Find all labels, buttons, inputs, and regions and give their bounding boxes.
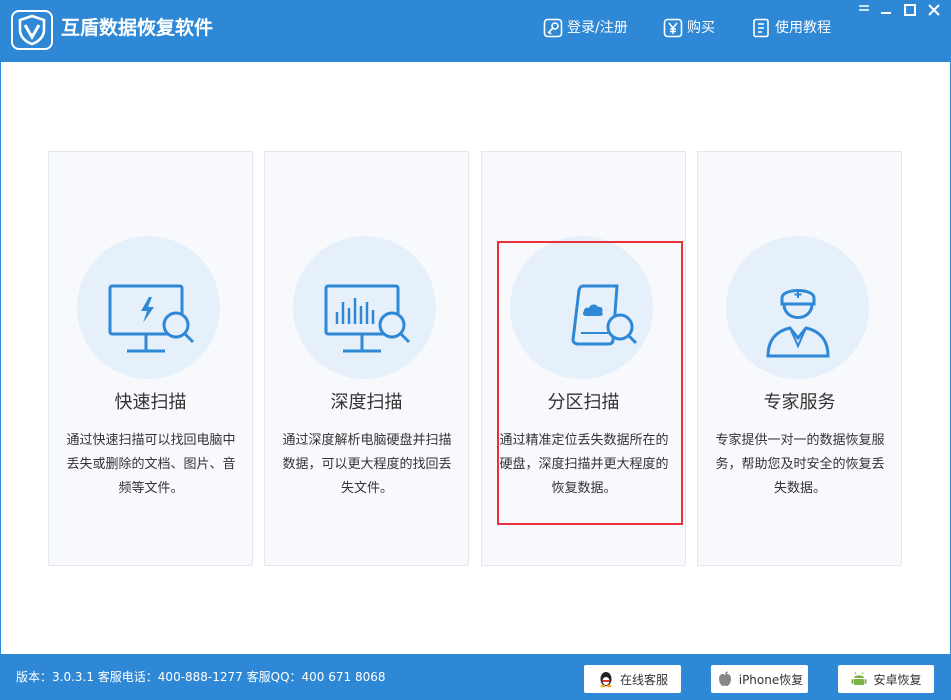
qq-penguin-icon	[597, 670, 615, 688]
card-title: 分区扫描	[482, 390, 685, 416]
key-icon	[543, 17, 563, 39]
online-service-button[interactable]: 在线客服	[584, 665, 681, 693]
close-button[interactable]	[922, 0, 946, 20]
android-icon	[850, 670, 868, 688]
card-title: 深度扫描	[265, 390, 468, 416]
android-recovery-label: 安卓恢复	[873, 671, 921, 688]
deep-scan-card[interactable]: 深度扫描 通过深度解析电脑硬盘并扫描数据，可以更大程度的找回丢失文件。	[264, 151, 469, 566]
monitor-lightning-search-icon	[77, 236, 220, 379]
disk-cloud-search-icon	[510, 236, 653, 379]
iphone-recovery-button[interactable]: iPhone恢复	[711, 665, 808, 693]
card-title: 快速扫描	[49, 390, 252, 416]
login-register-label: 登录/注册	[567, 17, 628, 39]
apple-icon	[716, 670, 734, 688]
footer-bar: 版本：3.0.3.1 客服电话：400-888-1277 客服QQ：400 67…	[0, 654, 951, 700]
icon-circle	[726, 236, 869, 379]
menu-caret-icon	[857, 3, 871, 17]
card-description: 通过精准定位丢失数据所在的硬盘，深度扫描并更大程度的恢复数据。	[496, 429, 672, 501]
partition-scan-card[interactable]: 分区扫描 通过精准定位丢失数据所在的硬盘，深度扫描并更大程度的恢复数据。	[481, 151, 686, 566]
maximize-icon	[903, 3, 917, 17]
menu-button[interactable]	[852, 0, 876, 20]
icon-circle	[77, 236, 220, 379]
yen-icon	[663, 17, 683, 39]
tutorial-button[interactable]: 使用教程	[751, 16, 831, 40]
doctor-icon	[726, 236, 869, 379]
expert-service-card[interactable]: 专家服务 专家提供一对一的数据恢复服务，帮助您及时安全的恢复丢失数据。	[697, 151, 902, 566]
card-description: 专家提供一对一的数据恢复服务，帮助您及时安全的恢复丢失数据。	[712, 429, 888, 501]
minimize-button[interactable]	[874, 0, 898, 20]
close-icon	[927, 3, 941, 17]
minimize-icon	[879, 3, 893, 17]
quick-scan-card[interactable]: 快速扫描 通过快速扫描可以找回电脑中丢失或删除的文档、图片、音频等文件。	[48, 151, 253, 566]
buy-label: 购买	[687, 17, 715, 39]
iphone-recovery-label: iPhone恢复	[739, 671, 804, 688]
title-bar: 互盾数据恢复软件 登录/注册 购买 使用教程	[0, 0, 951, 62]
monitor-chart-search-icon	[293, 236, 436, 379]
maximize-button[interactable]	[898, 0, 922, 20]
card-description: 通过深度解析电脑硬盘并扫描数据，可以更大程度的找回丢失文件。	[279, 429, 455, 501]
icon-circle	[293, 236, 436, 379]
card-description: 通过快速扫描可以找回电脑中丢失或删除的文档、图片、音频等文件。	[63, 429, 239, 501]
buy-button[interactable]: 购买	[663, 16, 715, 40]
app-title: 互盾数据恢复软件	[61, 14, 213, 42]
book-icon	[751, 17, 771, 39]
icon-circle	[510, 236, 653, 379]
android-recovery-button[interactable]: 安卓恢复	[838, 665, 934, 693]
version-contact-text: 版本：3.0.3.1 客服电话：400-888-1277 客服QQ：400 67…	[16, 668, 386, 686]
login-register-button[interactable]: 登录/注册	[543, 16, 628, 40]
app-logo-icon	[11, 10, 53, 50]
card-title: 专家服务	[698, 390, 901, 416]
tutorial-label: 使用教程	[775, 17, 831, 39]
online-service-label: 在线客服	[620, 671, 668, 688]
